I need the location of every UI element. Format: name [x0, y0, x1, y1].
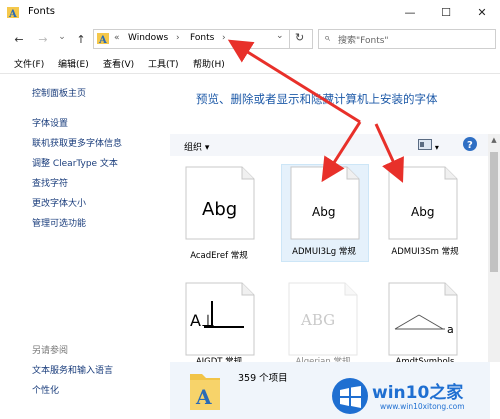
- win10-logo: [330, 376, 370, 416]
- arrow-to-tile: [374, 123, 404, 183]
- watermark-brand: win10之家: [372, 383, 464, 403]
- annotation-arrows: [227, 39, 404, 183]
- arrow-to-address: [227, 39, 361, 124]
- arrow-to-tile: [321, 121, 362, 183]
- watermark-url: www.win10xitong.com: [380, 402, 465, 411]
